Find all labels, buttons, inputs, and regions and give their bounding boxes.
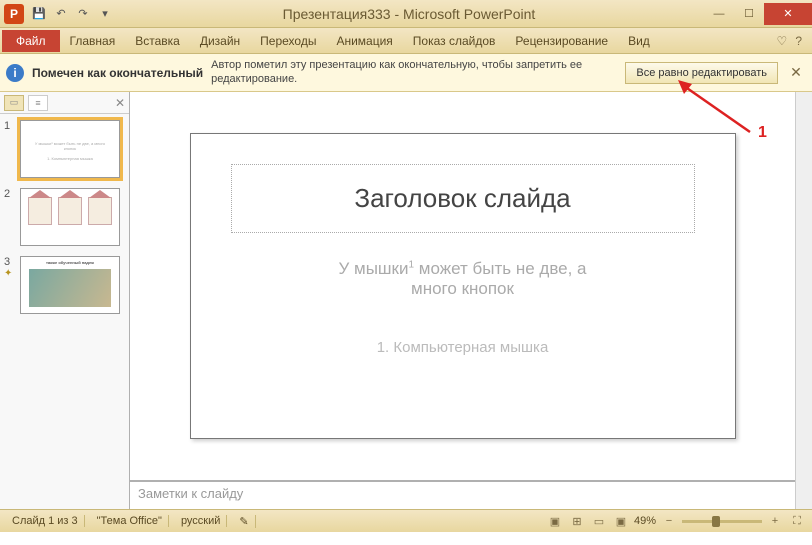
slide-canvas[interactable]: Заголовок слайда У мышки1 может быть не …: [130, 92, 795, 481]
tab-design[interactable]: Дизайн: [190, 30, 250, 52]
animation-star-icon: ✦: [4, 268, 16, 279]
slide-body-text: У мышки1 может быть не две, амного кнопо…: [338, 259, 586, 299]
slide-title-text: Заголовок слайда: [232, 183, 694, 214]
zoom-level[interactable]: 49%: [634, 515, 656, 527]
slideshow-view-icon[interactable]: ▣: [612, 513, 630, 529]
maximize-button[interactable]: ☐: [734, 3, 764, 25]
infobar-message: Автор пометил эту презентацию как оконча…: [211, 59, 617, 85]
zoom-slider[interactable]: [682, 520, 762, 523]
status-slide-position: Слайд 1 из 3: [6, 515, 85, 527]
qat-customize-icon[interactable]: ▾: [96, 5, 114, 23]
info-icon: i: [6, 64, 24, 82]
zoom-in-button[interactable]: +: [766, 513, 784, 529]
slide-thumbnail-1[interactable]: У мышки¹ может быть не две, а много кноп…: [20, 120, 120, 178]
spellcheck-icon[interactable]: ✎: [233, 515, 255, 528]
window-title: Презентация333 - Microsoft PowerPoint: [114, 6, 704, 22]
slide-thumbnail-3[interactable]: также обученный падеж: [20, 256, 120, 314]
thumb-text: также обученный падеж: [27, 260, 113, 265]
tab-insert[interactable]: Вставка: [125, 30, 190, 52]
thumb-number: 3: [4, 256, 16, 268]
thumb-graphic: [25, 197, 115, 237]
close-button[interactable]: ✕: [764, 3, 812, 25]
status-theme: "Тема Office": [91, 515, 169, 527]
qat-undo-icon[interactable]: ↶: [52, 5, 70, 23]
help-icon[interactable]: ?: [795, 34, 802, 48]
infobar-close-icon[interactable]: ✕: [786, 63, 806, 83]
minimize-button[interactable]: —: [704, 3, 734, 25]
tab-slideshow[interactable]: Показ слайдов: [403, 30, 506, 52]
slide-title-placeholder[interactable]: Заголовок слайда: [231, 164, 695, 233]
tab-view[interactable]: Вид: [618, 30, 660, 52]
qat-save-icon[interactable]: 💾: [30, 5, 48, 23]
infobar-title: Помечен как окончательный: [32, 66, 203, 80]
thumb-text: У мышки¹ может быть не две, а много кноп…: [31, 141, 109, 161]
tab-animations[interactable]: Анимация: [326, 30, 402, 52]
annotation-arrow: [678, 80, 758, 140]
tab-file[interactable]: Файл: [2, 30, 60, 52]
slide-footnote: 1. Компьютерная мышка: [377, 339, 549, 356]
normal-view-icon[interactable]: ▣: [546, 513, 564, 529]
app-icon[interactable]: P: [4, 4, 24, 24]
thumbnails-close-icon[interactable]: ✕: [115, 96, 125, 110]
outline-view-button[interactable]: ≡: [28, 95, 48, 111]
zoom-out-button[interactable]: −: [660, 513, 678, 529]
tab-review[interactable]: Рецензирование: [505, 30, 618, 52]
slide-thumbnail-2[interactable]: [20, 188, 120, 246]
thumb-graphic: [29, 269, 111, 307]
tab-transitions[interactable]: Переходы: [250, 30, 326, 52]
annotation-label: 1: [758, 124, 767, 142]
slide: Заголовок слайда У мышки1 может быть не …: [190, 133, 736, 439]
thumb-number: 2: [4, 188, 16, 200]
reading-view-icon[interactable]: ▭: [590, 513, 608, 529]
tab-home[interactable]: Главная: [60, 30, 126, 52]
ribbon-minimize-icon[interactable]: ♡: [777, 34, 788, 48]
sorter-view-icon[interactable]: ⊞: [568, 513, 586, 529]
notes-input[interactable]: Заметки к слайду: [130, 481, 795, 509]
vertical-scrollbar[interactable]: [795, 92, 812, 509]
qat-redo-icon[interactable]: ↷: [74, 5, 92, 23]
slides-view-button[interactable]: ▭: [4, 95, 24, 111]
fit-to-window-icon[interactable]: ⛶: [788, 513, 806, 529]
thumb-number: 1: [4, 120, 16, 132]
status-language[interactable]: русский: [175, 515, 227, 527]
